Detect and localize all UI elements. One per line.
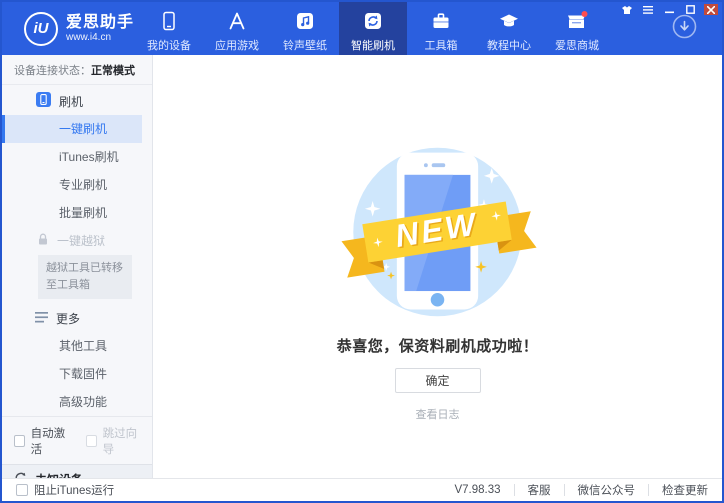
- auto-activate-checkbox[interactable]: [14, 435, 25, 448]
- close-icon[interactable]: [704, 4, 718, 15]
- support-link[interactable]: 客服: [526, 482, 553, 498]
- sidebar-group-more[interactable]: 更多: [2, 303, 152, 332]
- confirm-button[interactable]: 确定: [394, 368, 481, 393]
- minimize-icon[interactable]: [662, 4, 676, 15]
- brand-name: 爱思助手: [66, 13, 135, 31]
- nav-item-apps-games[interactable]: 应用游戏: [203, 2, 271, 55]
- window-controls: [620, 4, 718, 15]
- brand-site: www.i4.cn: [66, 31, 112, 43]
- smart-flash-icon: [362, 10, 384, 32]
- download-icon[interactable]: [671, 13, 698, 45]
- jailbreak-note: 越狱工具已转移至工具箱: [38, 255, 132, 300]
- more-icon: [35, 311, 48, 326]
- sidebar-item-one-click-flash[interactable]: 一键刷机: [2, 115, 142, 143]
- toolbox-icon: [430, 10, 452, 32]
- header: iU 爱思助手 www.i4.cn 我的设备 应用游戏 铃声壁纸 智能刷机 工具…: [2, 2, 722, 55]
- app-window: iU 爱思助手 www.i4.cn 我的设备 应用游戏 铃声壁纸 智能刷机 工具…: [0, 0, 724, 503]
- device-icon: [158, 10, 180, 32]
- app-logo: iU 爱思助手 www.i4.cn: [2, 2, 135, 55]
- skin-icon[interactable]: [620, 4, 634, 15]
- nav-item-ringtones-wallpapers[interactable]: 铃声壁纸: [271, 2, 339, 55]
- nav-item-my-device[interactable]: 我的设备: [135, 2, 203, 55]
- sidebar-item-one-click-jailbreak[interactable]: 一键越狱: [2, 227, 152, 252]
- sidebar-item-pro-flash[interactable]: 专业刷机: [2, 171, 142, 199]
- sidebar-item-download-firmware[interactable]: 下载固件: [2, 360, 142, 388]
- block-itunes-checkbox[interactable]: [16, 484, 28, 496]
- menu-icon[interactable]: [641, 4, 655, 15]
- sidebar-item-batch-flash[interactable]: 批量刷机: [2, 199, 142, 227]
- lock-icon: [37, 233, 49, 249]
- sidebar-item-itunes-flash[interactable]: iTunes刷机: [2, 143, 142, 171]
- new-phone-illustration: NEW NEW: [341, 147, 537, 317]
- store-icon: [565, 10, 589, 32]
- auto-activate-label: 自动激活: [30, 428, 66, 457]
- version-label: V7.98.33: [454, 484, 501, 496]
- sidebar-group-flash[interactable]: 刷机: [2, 85, 152, 115]
- maximize-icon[interactable]: [683, 4, 697, 15]
- status-bar: 阻止iTunes运行 V7.98.33 客服 微信公众号 检查更新: [2, 478, 722, 501]
- block-itunes-label: 阻止iTunes运行: [34, 485, 115, 497]
- logo-icon: iU: [24, 11, 58, 46]
- flash-phone-icon: [36, 92, 51, 110]
- success-message: 恭喜您，保资料刷机成功啦！: [336, 338, 539, 355]
- view-log-link[interactable]: 查看日志: [416, 406, 460, 422]
- nav-item-store[interactable]: 爱思商城: [543, 2, 611, 55]
- sidebar-item-advanced-features[interactable]: 高级功能: [2, 388, 142, 416]
- skip-wizard-label: 跳过向导: [102, 428, 138, 457]
- wechat-link[interactable]: 微信公众号: [576, 482, 638, 498]
- connection-status: 设备连接状态：正常模式: [2, 55, 152, 85]
- main-content: NEW NEW 恭喜您，保资料刷机成功啦！ 确定 查看日志: [153, 55, 722, 478]
- nav-item-tutorials[interactable]: 教程中心: [475, 2, 543, 55]
- connection-mode: 正常模式: [91, 65, 135, 77]
- skip-wizard-checkbox[interactable]: [86, 435, 97, 448]
- check-update-link[interactable]: 检查更新: [660, 482, 710, 498]
- nav-item-smart-flash[interactable]: 智能刷机: [339, 2, 407, 55]
- main-nav: 我的设备 应用游戏 铃声壁纸 智能刷机 工具箱 教程中心 爱思商城: [135, 2, 611, 55]
- sidebar: 设备连接状态：正常模式 刷机 一键刷机 iTunes刷机 专业刷机 批量刷机 一…: [2, 55, 153, 501]
- apps-icon: [226, 10, 248, 32]
- nav-item-toolbox[interactable]: 工具箱: [407, 2, 475, 55]
- sidebar-item-other-tools[interactable]: 其他工具: [2, 332, 142, 360]
- tutorial-icon: [498, 10, 520, 32]
- ringtone-icon: [294, 10, 316, 32]
